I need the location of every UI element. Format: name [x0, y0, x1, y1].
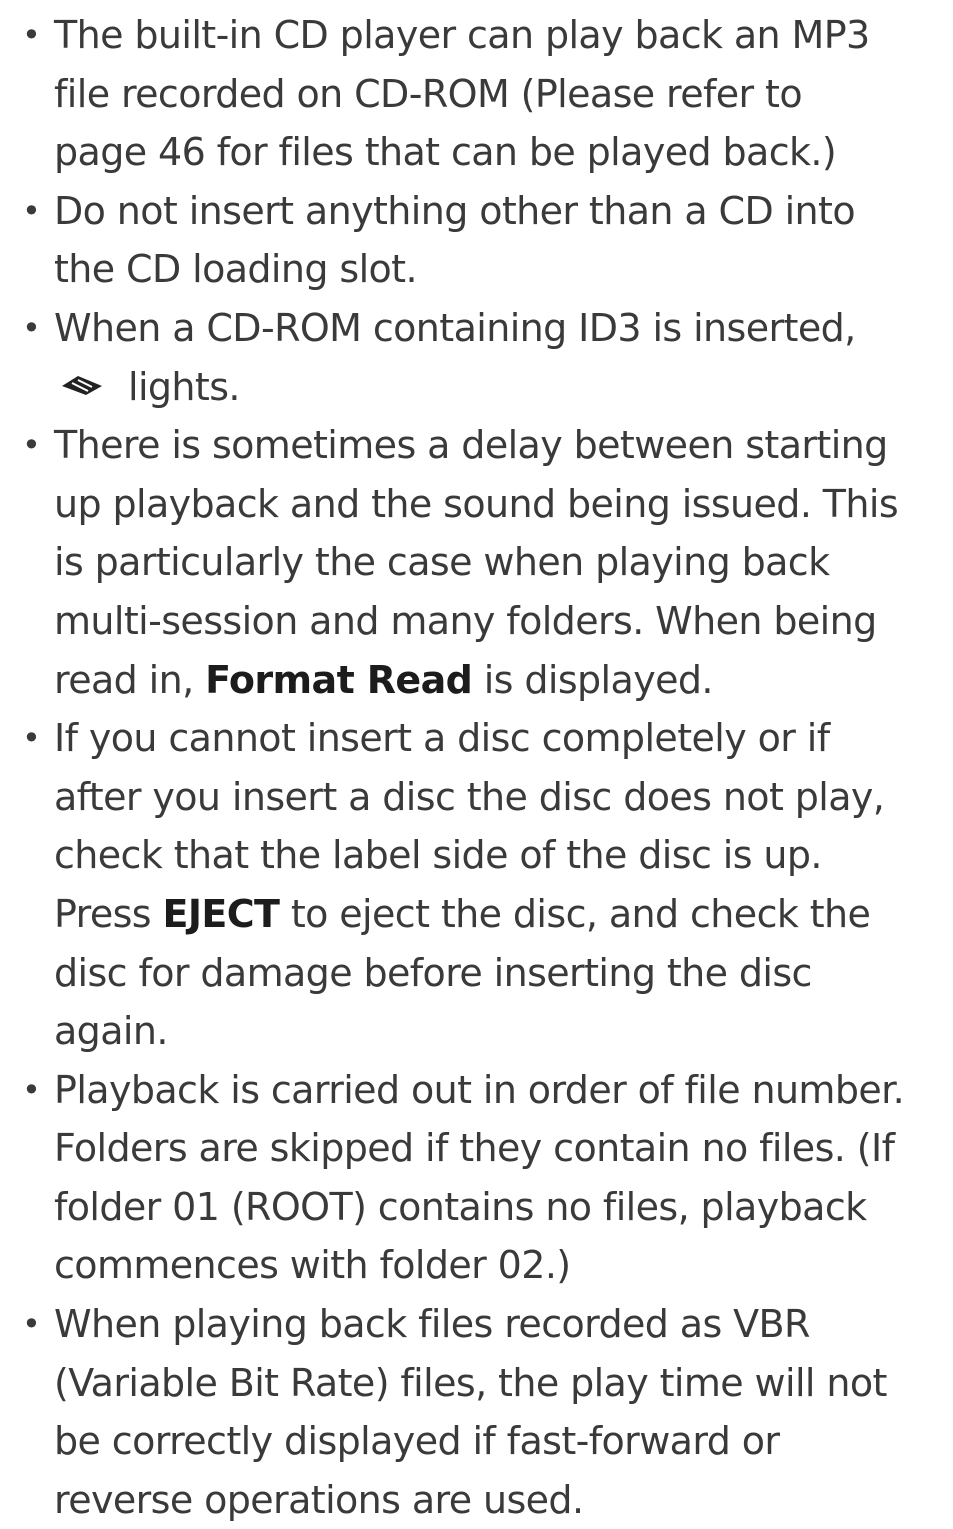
eject-label: EJECT [162, 891, 280, 936]
text-line-mixed: read in, Format Read is displayed. [54, 651, 947, 710]
text-line: the CD loading slot. [54, 247, 418, 292]
notes-bullet-list: • The built-in CD player can play back a… [0, 6, 953, 1529]
text-segment: read in, [54, 657, 206, 702]
text-line: There is sometimes a delay between start… [54, 423, 888, 468]
bullet-dot: • [22, 719, 41, 758]
list-item-mp3-playback: • The built-in CD player can play back a… [0, 6, 953, 182]
text-line: When a CD-ROM containing ID3 is inserted… [54, 305, 856, 350]
format-read-label: Format Read [205, 657, 473, 702]
list-item-playback-delay: • There is sometimes a delay between sta… [0, 416, 953, 709]
text-line: after you insert a disc the disc does no… [54, 774, 885, 819]
text-line: (Variable Bit Rate) files, the play time… [54, 1360, 887, 1405]
text-line: file recorded on CD-ROM (Please refer to [54, 71, 803, 116]
text-line: reverse operations are used. [54, 1477, 584, 1522]
text-segment: is displayed. [472, 657, 714, 702]
list-item-id3-indicator: • When a CD-ROM containing ID3 is insert… [0, 299, 953, 416]
bullet-dot: • [22, 308, 41, 347]
bullet-dot: • [22, 191, 41, 230]
manual-page: • The built-in CD player can play back a… [0, 6, 953, 1529]
list-item-vbr-files: • When playing back files recorded as VB… [0, 1295, 953, 1529]
text-line: Do not insert anything other than a CD i… [54, 188, 856, 233]
list-item-loading-slot: • Do not insert anything other than a CD… [0, 182, 953, 299]
text-line: up playback and the sound being issued. … [54, 481, 899, 526]
text-line-with-icon: lights. [54, 358, 947, 417]
text-line: Playback is carried out in order of file… [54, 1067, 905, 1112]
text-line: When playing back files recorded as VBR [54, 1302, 810, 1347]
list-item-disc-insert: • If you cannot insert a disc completely… [0, 709, 953, 1061]
text-line: is particularly the case when playing ba… [54, 540, 830, 585]
text-segment: to eject the disc, and check the [279, 891, 871, 936]
list-item-playback-order: • Playback is carried out in order of fi… [0, 1061, 953, 1295]
bullet-dot: • [22, 426, 41, 465]
text-line: The built-in CD player can play back an … [54, 13, 870, 57]
text-line: page 46 for files that can be played bac… [54, 130, 837, 175]
text-line: disc for damage before inserting the dis… [54, 950, 812, 995]
bullet-dot: • [22, 1305, 41, 1344]
text-line: folder 01 (ROOT) contains no files, play… [54, 1184, 867, 1229]
text-line: be correctly displayed if fast-forward o… [54, 1419, 780, 1464]
id3-tag-icon [62, 376, 102, 396]
bullet-dot: • [22, 16, 41, 54]
bullet-dot: • [22, 1070, 41, 1109]
text-line: again. [54, 1009, 168, 1054]
text-line-mixed: Press EJECT to eject the disc, and check… [54, 885, 947, 944]
text-line: commences with folder 02.) [54, 1243, 571, 1288]
text-line: Folders are skipped if they contain no f… [54, 1126, 895, 1171]
icon-suffix-text: lights. [128, 364, 241, 409]
text-line: multi-session and many folders. When bei… [54, 598, 877, 643]
text-segment: Press [54, 891, 163, 936]
text-line: If you cannot insert a disc completely o… [54, 716, 830, 761]
text-line: check that the label side of the disc is… [54, 833, 822, 878]
